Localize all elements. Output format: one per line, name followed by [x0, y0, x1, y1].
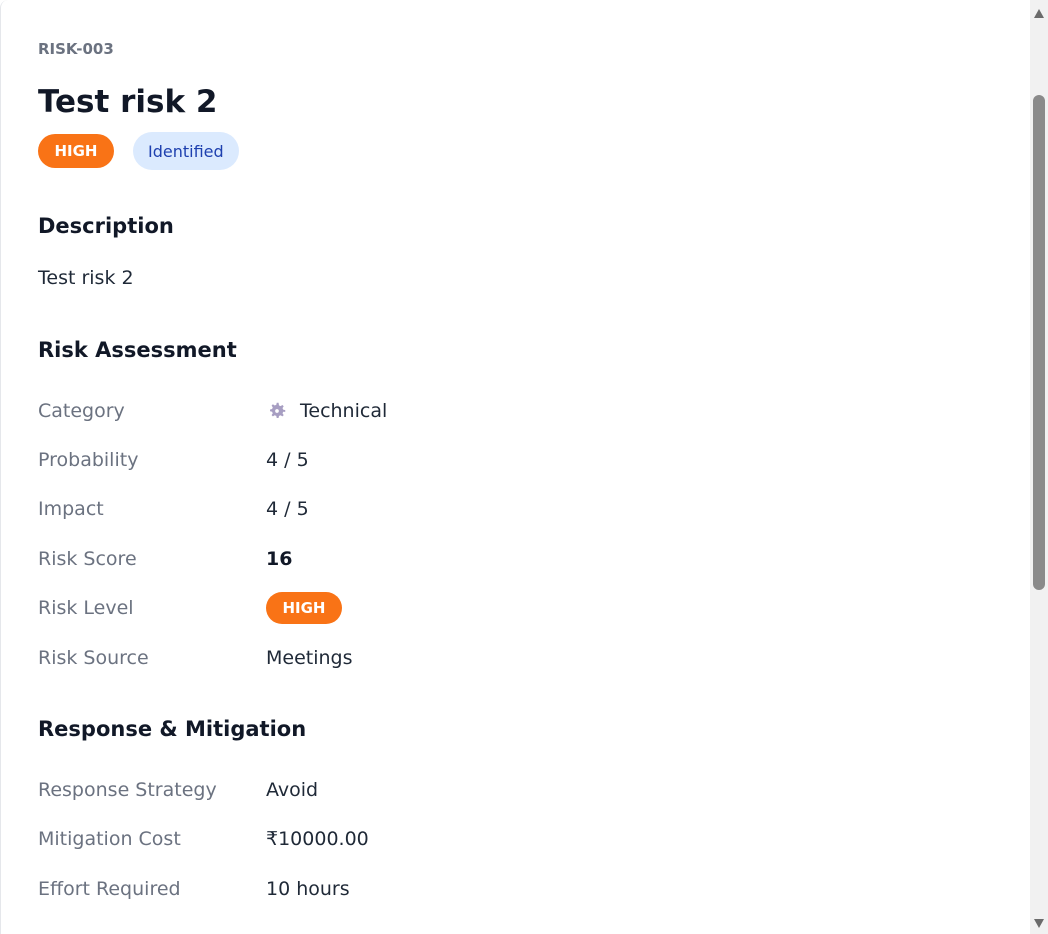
- category-value-wrap: Technical: [266, 400, 387, 422]
- risk-level-badge: HIGH: [266, 592, 342, 625]
- risk-score-label: Risk Score: [38, 547, 137, 570]
- risk-score-value: 16: [266, 547, 293, 570]
- scrollbar-thumb[interactable]: [1033, 95, 1045, 590]
- priority-badge: HIGH: [38, 134, 114, 168]
- mitigation-cost-value: ₹10000.00: [266, 828, 369, 851]
- probability-row: Probability 4 / 5: [38, 435, 1011, 484]
- risk-level-value-wrap: HIGH: [266, 592, 342, 625]
- probability-label: Probability: [38, 449, 139, 472]
- response-mitigation-list: Response Strategy Avoid Mitigation Cost …: [38, 765, 1011, 913]
- vertical-scrollbar[interactable]: [1030, 0, 1048, 934]
- effort-required-label: Effort Required: [38, 877, 181, 900]
- category-row: Category Technical: [38, 386, 1011, 435]
- response-strategy-row: Response Strategy Avoid: [38, 765, 1011, 814]
- risk-level-row: Risk Level HIGH: [38, 584, 1011, 633]
- category-value: Technical: [300, 399, 388, 422]
- risk-level-label: Risk Level: [38, 597, 134, 620]
- risk-detail-content: RISK-003 Test risk 2 HIGH Identified Des…: [38, 38, 1011, 914]
- description-text: Test risk 2: [38, 267, 134, 289]
- status-badge: Identified: [133, 132, 239, 170]
- response-mitigation-heading: Response & Mitigation: [38, 717, 307, 742]
- gear-icon: [270, 402, 286, 418]
- risk-id: RISK-003: [38, 40, 114, 58]
- impact-row: Impact 4 / 5: [38, 485, 1011, 534]
- risk-score-row: Risk Score 16: [38, 534, 1011, 583]
- description-heading: Description: [38, 214, 174, 238]
- impact-value: 4 / 5: [266, 498, 309, 521]
- probability-value: 4 / 5: [266, 449, 309, 472]
- effort-required-row: Effort Required 10 hours: [38, 864, 1011, 913]
- risk-source-row: Risk Source Meetings: [38, 633, 1011, 682]
- risk-assessment-list: Category Technical Probability 4 / 5 Imp…: [38, 386, 1011, 682]
- effort-required-value: 10 hours: [266, 877, 350, 900]
- risk-assessment-heading: Risk Assessment: [38, 338, 237, 362]
- mitigation-cost-row: Mitigation Cost ₹10000.00: [38, 815, 1011, 864]
- risk-source-label: Risk Source: [38, 646, 149, 669]
- impact-label: Impact: [38, 498, 104, 521]
- response-strategy-label: Response Strategy: [38, 779, 217, 802]
- response-strategy-value: Avoid: [266, 779, 319, 802]
- mitigation-cost-label: Mitigation Cost: [38, 828, 181, 851]
- risk-source-value: Meetings: [266, 646, 353, 669]
- scroll-up-arrow-icon[interactable]: [1034, 9, 1044, 18]
- risk-detail-panel: RISK-003 Test risk 2 HIGH Identified Des…: [0, 0, 1031, 934]
- page-title: Test risk 2: [38, 84, 218, 120]
- scroll-down-arrow-icon[interactable]: [1034, 919, 1044, 928]
- category-label: Category: [38, 399, 125, 422]
- badge-row: HIGH Identified: [38, 132, 1011, 170]
